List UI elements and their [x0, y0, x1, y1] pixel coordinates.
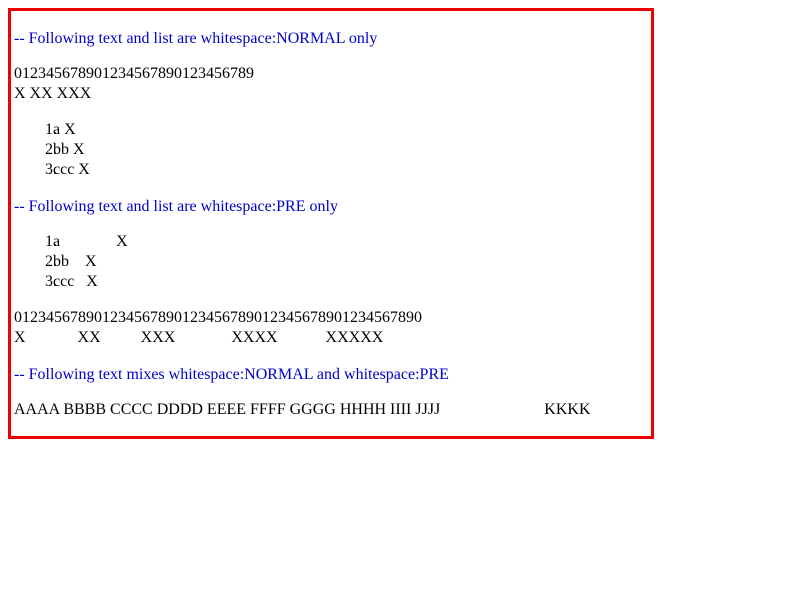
list-marker: 3.	[45, 273, 57, 290]
list-item-text: ccc X	[53, 161, 90, 178]
mixed-normal-text: AAAA BBBB CCCC DDDD EEEE FFFF GGGG HHHH …	[14, 401, 441, 418]
mixed-line: AAAA BBBB CCCC DDDD EEEE FFFF GGGG HHHH …	[14, 400, 591, 420]
list-item-text: bb X	[53, 253, 97, 270]
heading-mixed: -- Following text mixes whitespace:NORMA…	[14, 366, 449, 383]
heading-pre: -- Following text and list are whitespac…	[14, 198, 338, 215]
heading-normal: -- Following text and list are whitespac…	[14, 30, 378, 47]
bordered-container: -- Following text and list are whitespac…	[8, 8, 654, 439]
list-marker: 1.	[45, 121, 57, 138]
list-item-text: a X	[53, 121, 76, 138]
list-marker: 2.	[45, 141, 57, 158]
list-marker: 1.	[45, 233, 57, 250]
pre-xs: X XX XXX XXXX XXXXX	[14, 329, 384, 346]
list-item-text: a X	[53, 233, 128, 250]
list-item-text: ccc X	[53, 273, 98, 290]
normal-digits: 012345678901234567890123456789	[14, 65, 254, 82]
pre-digits: 0123456789012345678901234567890123456789…	[14, 309, 422, 326]
list-marker: 3.	[45, 161, 57, 178]
mixed-pre-text: KKKK	[440, 401, 591, 418]
normal-xs: X XX XXX	[14, 85, 92, 102]
list-marker: 2.	[45, 253, 57, 270]
list-item-text: bb X	[53, 141, 85, 158]
